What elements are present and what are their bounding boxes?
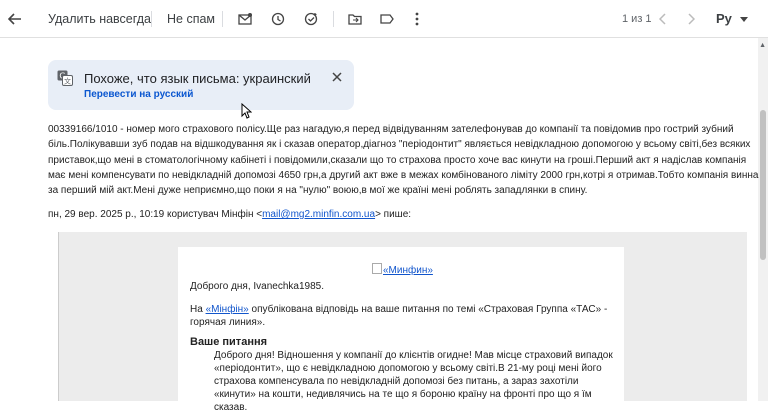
toolbar-divider [222, 11, 223, 27]
back-arrow-icon[interactable] [4, 8, 26, 30]
toolbar-divider [151, 11, 152, 27]
translate-link[interactable]: Перевести на русский [84, 89, 193, 100]
sender-email-link[interactable]: mail@mg2.minfin.com.ua [262, 209, 375, 220]
quote-suffix: > пише: [375, 209, 412, 220]
label-icon[interactable] [376, 8, 398, 30]
message-count: 1 из 1 [622, 13, 652, 25]
broken-image-icon [372, 263, 382, 274]
not-spam-button[interactable]: Не спам [167, 12, 215, 26]
snooze-icon[interactable] [267, 8, 289, 30]
translate-banner: G文 Похоже, что язык письма: украинский П… [48, 60, 354, 110]
question-heading: Ваше питання [190, 336, 268, 348]
delete-forever-button[interactable]: Удалить навсегда [48, 12, 151, 26]
scrollbar-thumb[interactable] [760, 110, 766, 260]
quote-prefix: пн, 29 вер. 2025 р., 10:19 користувач Мі… [48, 209, 263, 220]
minfin-logo-link[interactable]: «Минфин» [372, 263, 433, 276]
mouse-pointer-icon [241, 102, 253, 124]
chevron-left-icon[interactable] [652, 8, 674, 30]
mark-unread-icon[interactable] [234, 8, 256, 30]
move-to-icon[interactable] [344, 8, 366, 30]
question-text: Доброго дня! Відношення у компанії до кл… [214, 350, 613, 413]
input-tools-button[interactable]: Ру [716, 11, 732, 26]
translate-message: Похоже, что язык письма: украинский [84, 71, 311, 86]
quote-header: пн, 29 вер. 2025 р., 10:19 користувач Мі… [48, 209, 411, 220]
translate-icon: G文 [57, 70, 73, 91]
toolbar-divider [333, 11, 334, 27]
scroll-up-arrow-icon[interactable]: ▲ [759, 42, 766, 49]
chevron-right-icon[interactable] [680, 8, 702, 30]
svg-text:文: 文 [64, 77, 71, 86]
quoted-email-card: «Минфин» Доброго дня, Ivanechka1985. На … [178, 247, 624, 413]
add-task-icon[interactable] [300, 8, 322, 30]
caret-down-icon[interactable] [733, 8, 755, 30]
greeting: Доброго дня, Ivanechka1985. [190, 281, 325, 292]
minfin-link[interactable]: «Мінфін» [206, 304, 249, 315]
message-body: 00339166/1010 - номер мого страхового по… [48, 124, 759, 197]
pub-prefix: На [190, 304, 206, 315]
pub-suffix: опублікована відповідь на ваше питання п… [190, 304, 608, 328]
close-icon[interactable] [328, 68, 346, 86]
more-vert-icon[interactable] [406, 8, 428, 30]
message-toolbar: Удалить навсегда Не спам 1 из 1 Ру [0, 0, 768, 38]
publication-notice: На «Мінфін» опублікована відповідь на ва… [190, 303, 610, 329]
logo-alt-text: «Минфин» [383, 265, 433, 276]
